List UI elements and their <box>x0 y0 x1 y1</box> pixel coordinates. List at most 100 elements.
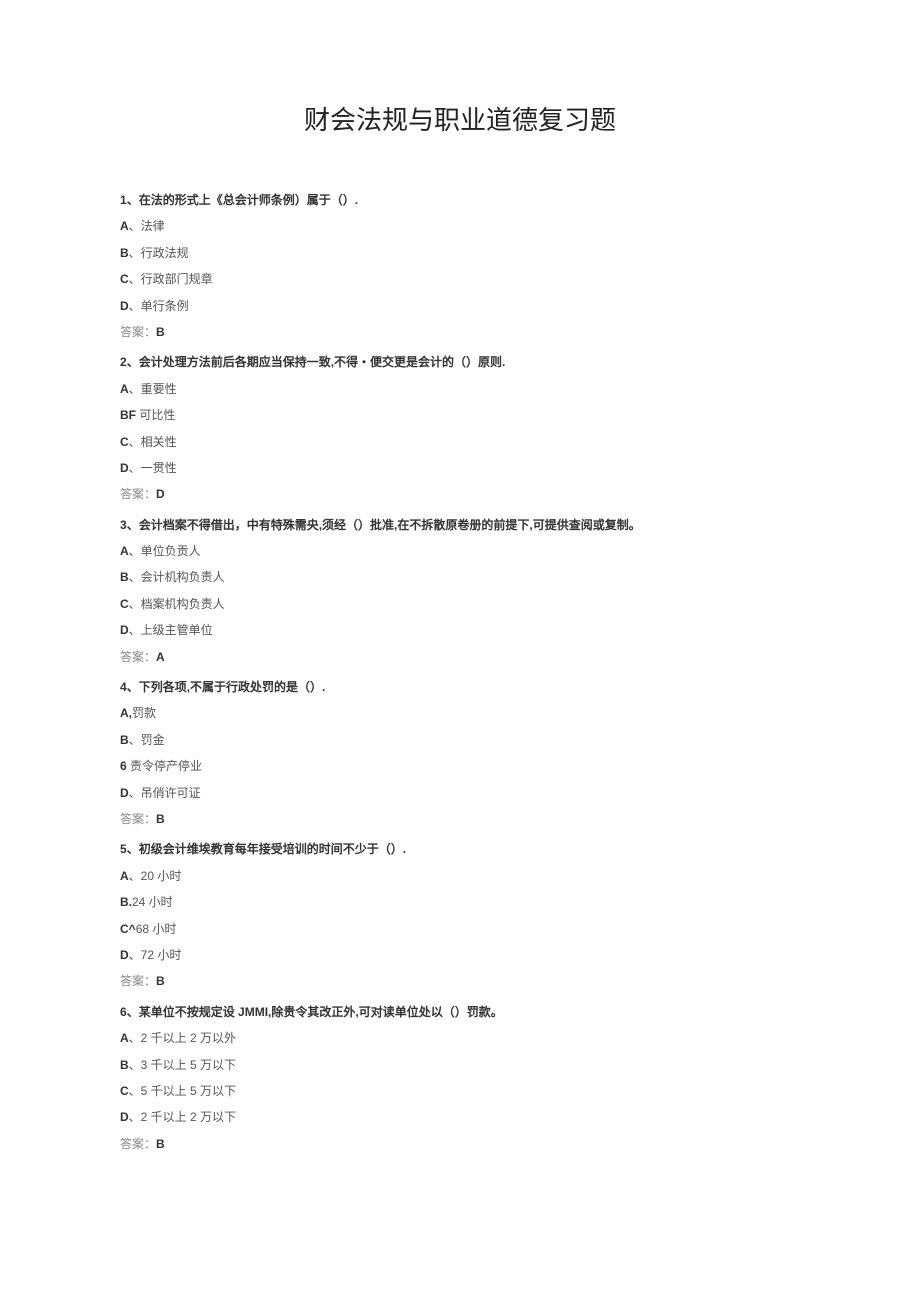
option-label: A, <box>120 706 132 720</box>
question-text: 1、在法的形式上《总会计师条例）属于（）. <box>120 187 800 213</box>
question-body: 、在法的形式上《总会计师条例）属于（）. <box>127 193 358 207</box>
option-label: C <box>120 435 129 449</box>
option-label: D <box>120 461 129 475</box>
question-text: 5、初级会计维埃教育每年接受培训的时间不少于（）. <box>120 836 800 862</box>
option-label: 6 <box>120 759 127 773</box>
answer-label: 答案： <box>120 650 156 664</box>
question-number: 4 <box>120 680 127 694</box>
option: A、20 小时 <box>120 863 800 889</box>
question-block: 1、在法的形式上《总会计师条例）属于（）.A、法律B、行政法规C、行政部门规章D… <box>120 187 800 345</box>
answer-value: B <box>156 812 165 826</box>
question-body: 、会计处理方法前后各期应当保持一致,不得・便交更是会计的（）原则. <box>127 355 506 369</box>
question-body: 、某单位不按规定设 JMMI,除贵令其改正外,可对读单位处以（）罚款。 <box>127 1005 503 1019</box>
answer-value: B <box>156 1137 165 1151</box>
option: D、吊俏许可证 <box>120 780 800 806</box>
option-text: 、单位负贡人 <box>129 544 201 558</box>
option-text: 、2 千以上 2 万以下 <box>129 1110 236 1124</box>
option-text: 可比性 <box>136 408 175 422</box>
option-label: C <box>120 597 129 611</box>
option: A、单位负贡人 <box>120 538 800 564</box>
question-block: 2、会计处理方法前后各期应当保持一致,不得・便交更是会计的（）原则.A、重要性B… <box>120 349 800 507</box>
option: D、上级主管单位 <box>120 617 800 643</box>
answer-line: 答案：B <box>120 968 800 994</box>
option-label: A <box>120 544 129 558</box>
option-text: 罚款 <box>132 706 156 720</box>
question-block: 5、初级会计维埃教育每年接受培训的时间不少于（）.A、20 小时B.24 小时C… <box>120 836 800 994</box>
answer-label: 答案： <box>120 487 156 501</box>
option-label: B <box>120 733 129 747</box>
option: B、3 千以上 5 万以下 <box>120 1052 800 1078</box>
option: D、一贯性 <box>120 455 800 481</box>
answer-line: 答案：A <box>120 644 800 670</box>
option-label: D <box>120 1110 129 1124</box>
option: C^68 小时 <box>120 916 800 942</box>
option-label: C^ <box>120 922 136 936</box>
option: BF 可比性 <box>120 402 800 428</box>
question-block: 3、会计档案不得借出，中有特殊需央,须经（）批准,在不拆散原卷册的前提下,可提供… <box>120 512 800 670</box>
question-number: 3 <box>120 518 127 532</box>
option: C、档案机构负责人 <box>120 591 800 617</box>
option-label: B <box>120 246 129 260</box>
option-text: 68 小时 <box>136 922 177 936</box>
option-label: D <box>120 299 129 313</box>
answer-value: B <box>156 974 165 988</box>
option: C、5 千以上 5 万以下 <box>120 1078 800 1104</box>
option: B、会计机构负责人 <box>120 564 800 590</box>
option: B、行政法规 <box>120 240 800 266</box>
option-label: A <box>120 869 129 883</box>
answer-label: 答案： <box>120 1137 156 1151</box>
answer-line: 答案：B <box>120 319 800 345</box>
answer-value: B <box>156 325 165 339</box>
option-label: BF <box>120 408 136 422</box>
option: D、单行条例 <box>120 293 800 319</box>
option-label: D <box>120 623 129 637</box>
question-block: 4、下列各项,不属于行政处罚的是（）.A,罚款B、罚金6 责令停产停业D、吊俏许… <box>120 674 800 832</box>
question-text: 3、会计档案不得借出，中有特殊需央,须经（）批准,在不拆散原卷册的前提下,可提供… <box>120 512 800 538</box>
option: D、2 千以上 2 万以下 <box>120 1104 800 1130</box>
option-text: 、罚金 <box>129 733 165 747</box>
question-text: 2、会计处理方法前后各期应当保持一致,不得・便交更是会计的（）原则. <box>120 349 800 375</box>
question-body: 、会计档案不得借出，中有特殊需央,须经（）批准,在不拆散原卷册的前提下,可提供查… <box>127 518 641 532</box>
question-number: 6 <box>120 1005 127 1019</box>
option-text: 、档案机构负责人 <box>129 597 225 611</box>
option-text: 、行政法规 <box>129 246 189 260</box>
option-label: C <box>120 1084 129 1098</box>
option: A、2 千以上 2 万以外 <box>120 1025 800 1051</box>
answer-line: 答案：B <box>120 806 800 832</box>
option-text: 、吊俏许可证 <box>129 786 201 800</box>
answer-label: 答案： <box>120 812 156 826</box>
option: 6 责令停产停业 <box>120 753 800 779</box>
option: C、行政部门规章 <box>120 266 800 292</box>
option-text: 、2 千以上 2 万以外 <box>129 1031 236 1045</box>
option-text: 、单行条例 <box>129 299 189 313</box>
option-label: D <box>120 948 129 962</box>
option-text: 、行政部门规章 <box>129 272 213 286</box>
question-text: 6、某单位不按规定设 JMMI,除贵令其改正外,可对读单位处以（）罚款。 <box>120 999 800 1025</box>
option-text: 、会计机构负责人 <box>129 570 225 584</box>
question-number: 2 <box>120 355 127 369</box>
option-label: B <box>120 1058 129 1072</box>
option-text: 、3 千以上 5 万以下 <box>129 1058 236 1072</box>
option: B、罚金 <box>120 727 800 753</box>
question-body: 、下列各项,不属于行政处罚的是（）. <box>127 680 326 694</box>
question-text: 4、下列各项,不属于行政处罚的是（）. <box>120 674 800 700</box>
option-text: 、法律 <box>129 219 165 233</box>
option-text: 、5 千以上 5 万以下 <box>129 1084 236 1098</box>
option-label: C <box>120 272 129 286</box>
option-label: A <box>120 382 129 396</box>
option-text: 、重要性 <box>129 382 177 396</box>
answer-value: A <box>156 650 165 664</box>
option-text: 24 小时 <box>132 895 173 909</box>
option-text: 、一贯性 <box>129 461 177 475</box>
question-body: 、初级会计维埃教育每年接受培训的时间不少于（）. <box>127 842 406 856</box>
question-number: 5 <box>120 842 127 856</box>
option: D、72 小时 <box>120 942 800 968</box>
option-text: 、20 小时 <box>129 869 182 883</box>
option-label: A <box>120 1031 129 1045</box>
option-label: A <box>120 219 129 233</box>
option: C、相关性 <box>120 429 800 455</box>
page-title: 财会法规与职业道德复习题 <box>120 100 800 137</box>
answer-line: 答案：B <box>120 1131 800 1157</box>
option: A、重要性 <box>120 376 800 402</box>
option: B.24 小时 <box>120 889 800 915</box>
